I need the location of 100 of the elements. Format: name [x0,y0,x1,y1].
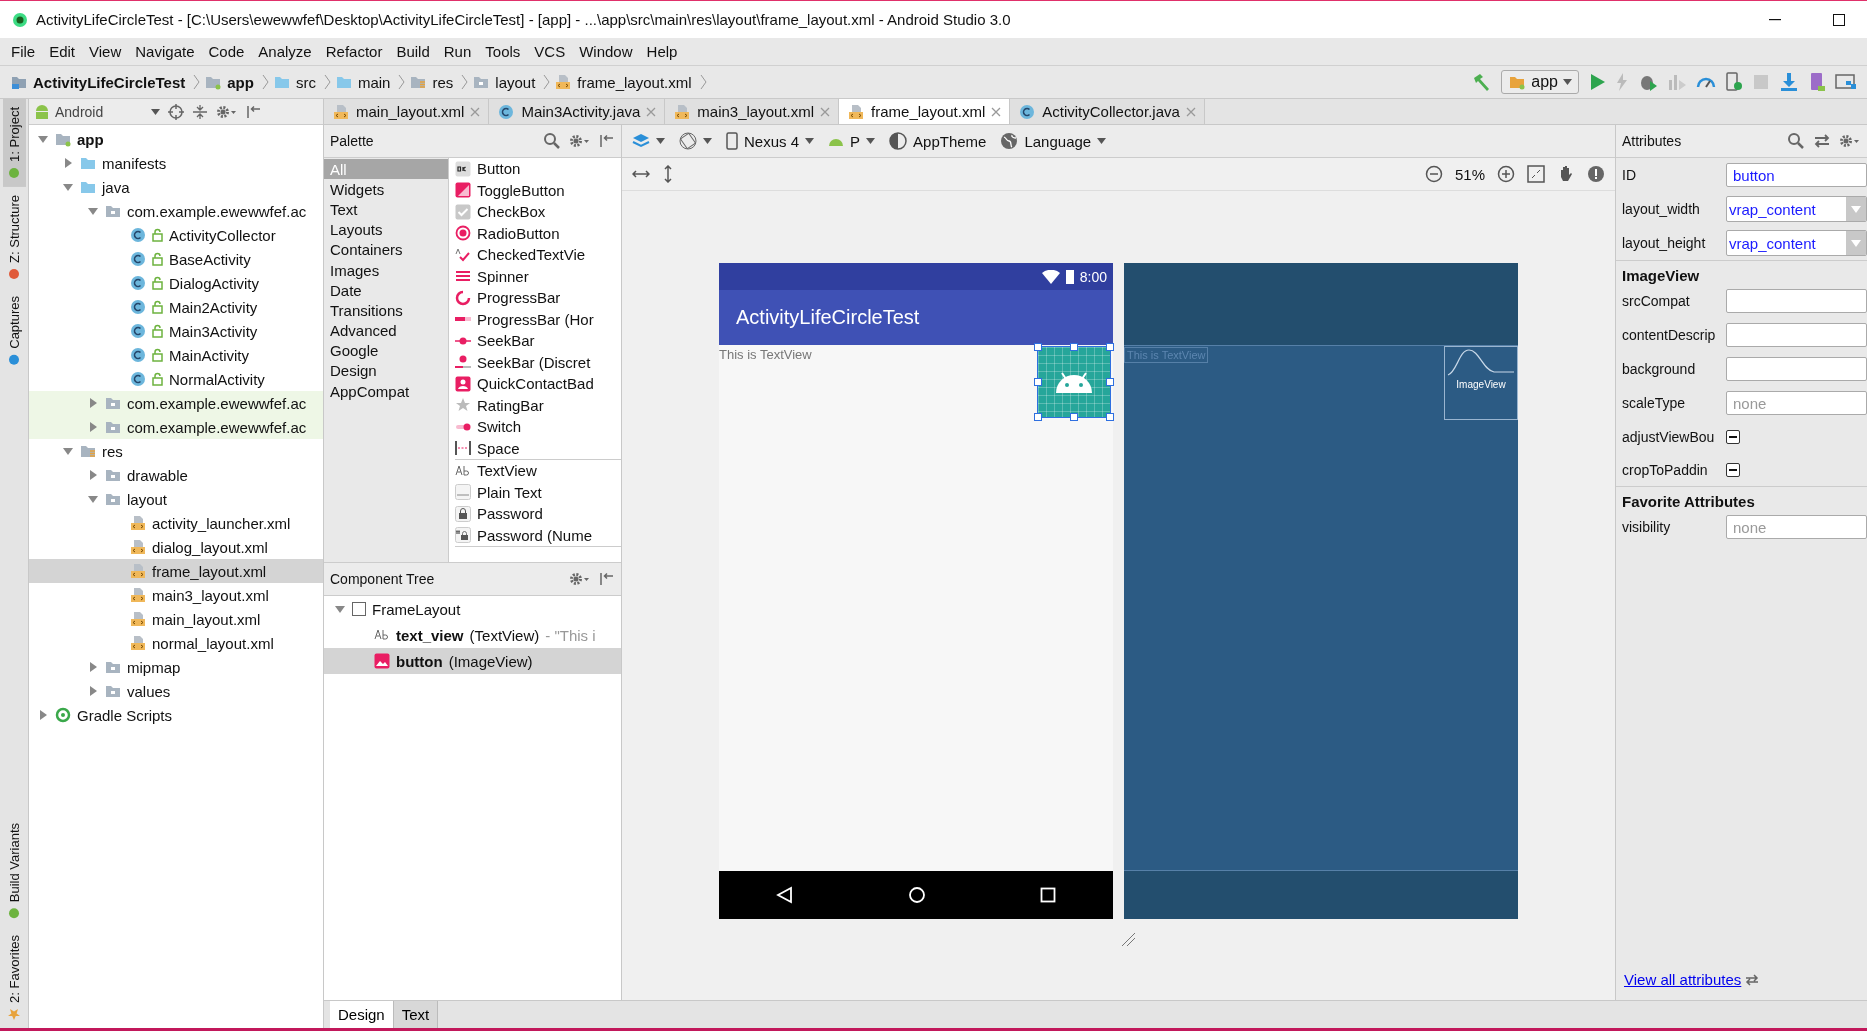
editor-tab[interactable]: frame_layout.xml [839,99,1011,124]
menu-item[interactable]: Code [201,43,252,60]
tree-item[interactable]: com.example.ewewwfef.ac [29,415,323,439]
palette-category[interactable]: Advanced [324,320,448,341]
hide-panel-icon[interactable] [246,103,262,120]
palette-item[interactable]: RatingBar [455,394,621,416]
palette-category[interactable]: Layouts [324,219,448,240]
component-item[interactable]: button (ImageView) [324,648,621,674]
collapse-arrow-icon[interactable] [37,709,49,721]
error-icon[interactable] [1587,165,1605,183]
attribute-field[interactable] [1726,289,1867,313]
menu-item[interactable]: Navigate [128,43,202,60]
tree-item[interactable]: Main3Activity [29,319,323,343]
palette-item[interactable]: Spinner [455,265,621,287]
blueprint-image-view[interactable]: ImageView [1444,346,1518,420]
editor-tab[interactable]: main_layout.xml [324,99,490,124]
menu-item[interactable]: Window [572,43,640,60]
palette-category[interactable]: Google [324,340,448,361]
menu-item[interactable]: VCS [527,43,573,60]
close-icon[interactable] [1185,106,1196,117]
run-icon[interactable] [1588,73,1606,91]
tree-item[interactable]: normal_layout.xml [29,631,323,655]
tree-item[interactable]: java [29,175,323,199]
menu-item[interactable]: Edit [42,43,83,60]
selection-handle[interactable] [1106,378,1114,386]
tree-item[interactable]: com.example.ewewwfef.ac [29,199,323,223]
resize-handle-icon[interactable] [1120,931,1136,947]
menu-item[interactable]: View [82,43,129,60]
tool-window-button[interactable]: Z: Structure [2,186,26,288]
menu-item[interactable]: Analyze [251,43,319,60]
attribute-field[interactable] [1726,357,1867,381]
recents-icon[interactable] [1040,887,1056,903]
component-item[interactable]: text_view (TextView) - "This i [324,622,621,648]
close-icon[interactable] [470,106,481,117]
palette-item[interactable]: Button [455,158,621,180]
menu-item[interactable]: Help [639,43,685,60]
menu-item[interactable]: Run [436,43,479,60]
palette-item[interactable]: ProgressBar [455,287,621,309]
editor-tab[interactable]: Main3Activity.java [489,99,666,124]
breadcrumb[interactable]: src [272,73,320,91]
editor-tab[interactable]: main3_layout.xml [665,99,840,124]
tree-item[interactable]: main_layout.xml [29,607,323,631]
collapse-arrow-icon[interactable] [87,421,99,433]
palette-category[interactable]: Transitions [324,300,448,321]
attribute-field[interactable]: none [1726,391,1867,415]
palette-category[interactable]: Design [324,360,448,382]
device-dropdown[interactable]: Nexus 4 [726,132,815,150]
view-all-attributes-link[interactable]: View all attributes [1624,971,1742,988]
palette-item[interactable]: ProgressBar (Hor [455,308,621,330]
tool-window-button[interactable]: Build Variants [2,814,26,928]
palette-item[interactable]: SeekBar (Discret [455,351,621,373]
expand-arrow-icon[interactable] [62,181,74,193]
tree-item[interactable]: manifests [29,151,323,175]
tree-item[interactable]: com.example.ewewwfef.ac [29,391,323,415]
palette-item[interactable]: TextView [455,460,621,482]
palette-item[interactable]: Space [455,437,621,459]
zoom-in-icon[interactable] [1497,165,1515,183]
palette-item[interactable]: Switch [455,416,621,438]
attribute-field[interactable] [1726,323,1867,347]
horizontal-resize-icon[interactable] [632,168,650,180]
settings-icon[interactable] [569,133,591,149]
tree-item[interactable]: Gradle Scripts [29,703,323,727]
tree-item[interactable]: activity_launcher.xml [29,511,323,535]
palette-item[interactable]: CheckBox [455,201,621,223]
attribute-dropdown[interactable]: vrap_content [1726,230,1867,256]
editor-tab[interactable]: ActivityCollector.java [1010,99,1205,124]
palette-item[interactable]: Plain Text [455,481,621,503]
collapse-arrow-icon[interactable] [87,661,99,673]
tree-item[interactable]: NormalActivity [29,367,323,391]
palette-category[interactable]: Images [324,259,448,281]
palette-item[interactable]: Password (Nume [455,524,621,546]
attribute-field[interactable]: none [1726,515,1867,539]
attribute-field[interactable]: button [1726,163,1867,187]
breadcrumb[interactable]: frame_layout.xml [554,73,696,91]
vertical-resize-icon[interactable] [662,165,674,183]
breadcrumb[interactable]: layout [472,73,540,91]
palette-item[interactable]: Password [455,503,621,525]
device-icon[interactable] [1808,72,1826,92]
collapse-all-icon[interactable] [192,103,208,120]
hide-panel-icon[interactable] [599,133,615,149]
breadcrumb[interactable]: app [204,73,258,91]
tree-item[interactable]: Main2Activity [29,295,323,319]
swap-icon[interactable] [1745,973,1760,986]
tree-item[interactable]: ActivityCollector [29,223,323,247]
selected-image-view[interactable] [1037,346,1111,418]
menu-item[interactable]: Refactor [318,43,390,60]
editor-mode-tab[interactable]: Text [393,1001,439,1028]
tree-item[interactable]: dialog_layout.xml [29,535,323,559]
tree-item[interactable]: main3_layout.xml [29,583,323,607]
close-icon[interactable] [820,106,831,117]
locate-icon[interactable] [168,103,184,120]
language-dropdown[interactable]: Language [1000,132,1107,150]
api-dropdown[interactable]: P [828,132,876,150]
tree-item[interactable]: app [29,127,323,151]
checkbox[interactable] [1726,429,1740,444]
swap-icon[interactable] [1813,133,1831,149]
collapse-arrow-icon[interactable] [62,157,74,169]
settings-icon[interactable] [216,103,238,120]
menu-item[interactable]: Build [389,43,437,60]
tool-window-button[interactable]: 2: Favorites [2,927,26,1028]
